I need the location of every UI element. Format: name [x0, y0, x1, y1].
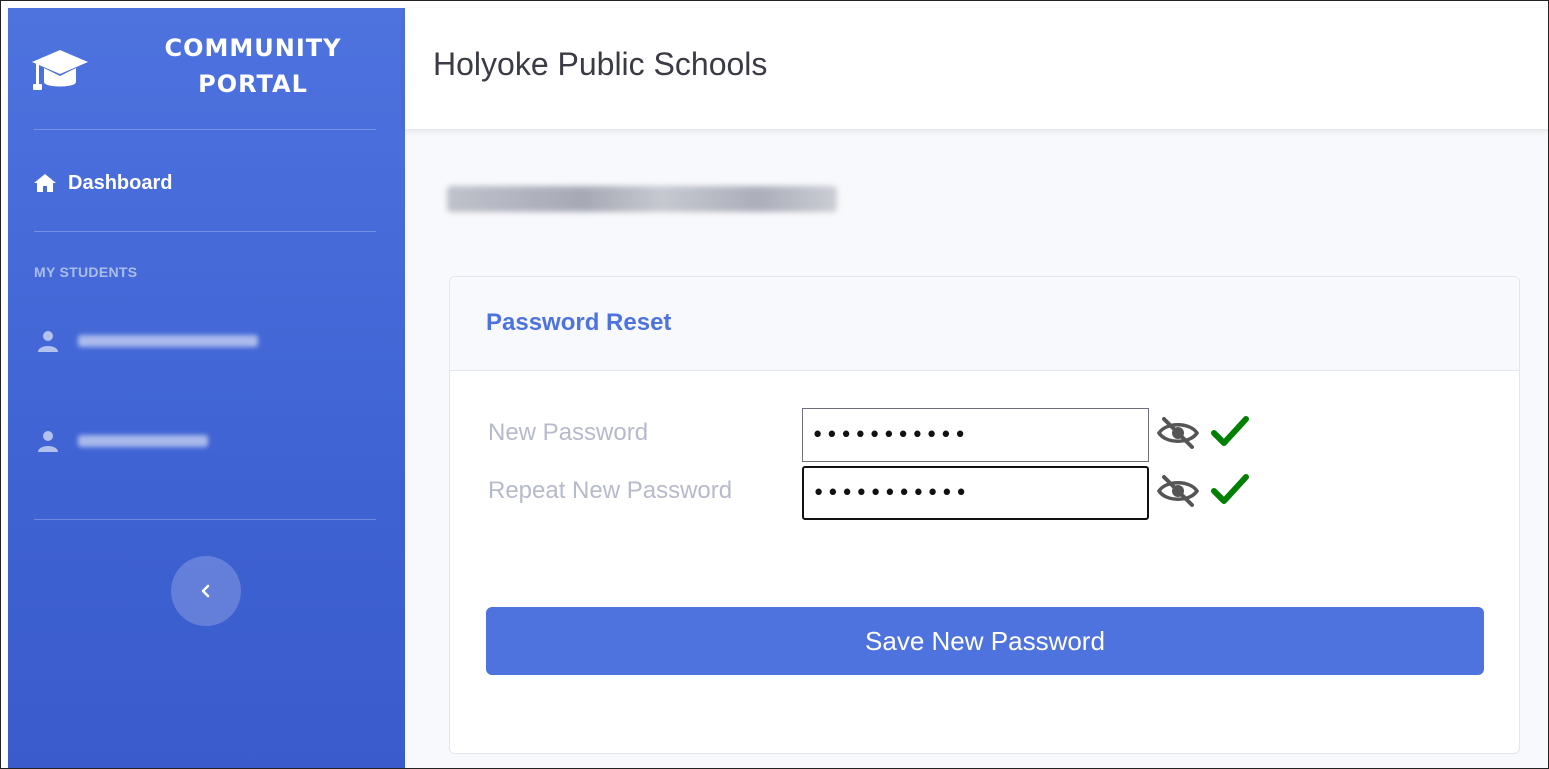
eye-slash-icon[interactable]: [1156, 474, 1200, 508]
student-name-redacted: [78, 335, 258, 347]
brand-title: COMMUNITY PORTAL: [148, 30, 358, 102]
brand-line-2: PORTAL: [198, 70, 308, 98]
page-title: Holyoke Public Schools: [433, 46, 768, 82]
user-name-redacted: [447, 186, 837, 212]
graduation-cap-icon: [32, 50, 88, 90]
sidebar: COMMUNITY PORTAL Dashboard MY STUDENTS: [8, 8, 405, 768]
repeat-password-label: Repeat New Password: [488, 477, 733, 504]
new-password-field[interactable]: •••••••••••: [802, 408, 1149, 462]
student-name-redacted: [78, 435, 208, 447]
sidebar-toggle-button[interactable]: [171, 556, 241, 626]
card-header: Password Reset: [450, 277, 1519, 371]
app-window: COMMUNITY PORTAL Dashboard MY STUDENTS H…: [0, 0, 1549, 769]
section-heading-my-students: MY STUDENTS: [34, 264, 138, 280]
sidebar-divider: [34, 519, 376, 520]
password-reset-card: Password Reset New Password ••••••••••• …: [449, 276, 1520, 754]
check-icon: [1211, 416, 1249, 446]
card-title: Password Reset: [486, 309, 672, 336]
check-icon: [1211, 474, 1249, 504]
sidebar-item-student[interactable]: [38, 330, 258, 352]
topbar: Holyoke Public Schools: [405, 8, 1548, 129]
sidebar-item-dashboard[interactable]: Dashboard: [34, 168, 172, 198]
chevron-left-icon: [201, 584, 210, 598]
brand-line-1: COMMUNITY: [164, 34, 342, 62]
main-content: Holyoke Public Schools Password Reset Ne…: [405, 8, 1548, 768]
sidebar-item-student[interactable]: [38, 430, 208, 452]
brand[interactable]: COMMUNITY PORTAL: [8, 8, 405, 129]
sidebar-divider: [34, 129, 376, 130]
eye-slash-icon[interactable]: [1156, 416, 1200, 450]
new-password-label: New Password: [488, 419, 649, 446]
home-icon: [34, 174, 56, 192]
user-icon: [38, 431, 58, 452]
repeat-password-field[interactable]: •••••••••••: [802, 466, 1149, 520]
sidebar-divider: [34, 231, 376, 232]
save-new-password-button[interactable]: Save New Password: [486, 607, 1484, 675]
user-icon: [38, 331, 58, 352]
sidebar-item-label: Dashboard: [68, 171, 173, 194]
